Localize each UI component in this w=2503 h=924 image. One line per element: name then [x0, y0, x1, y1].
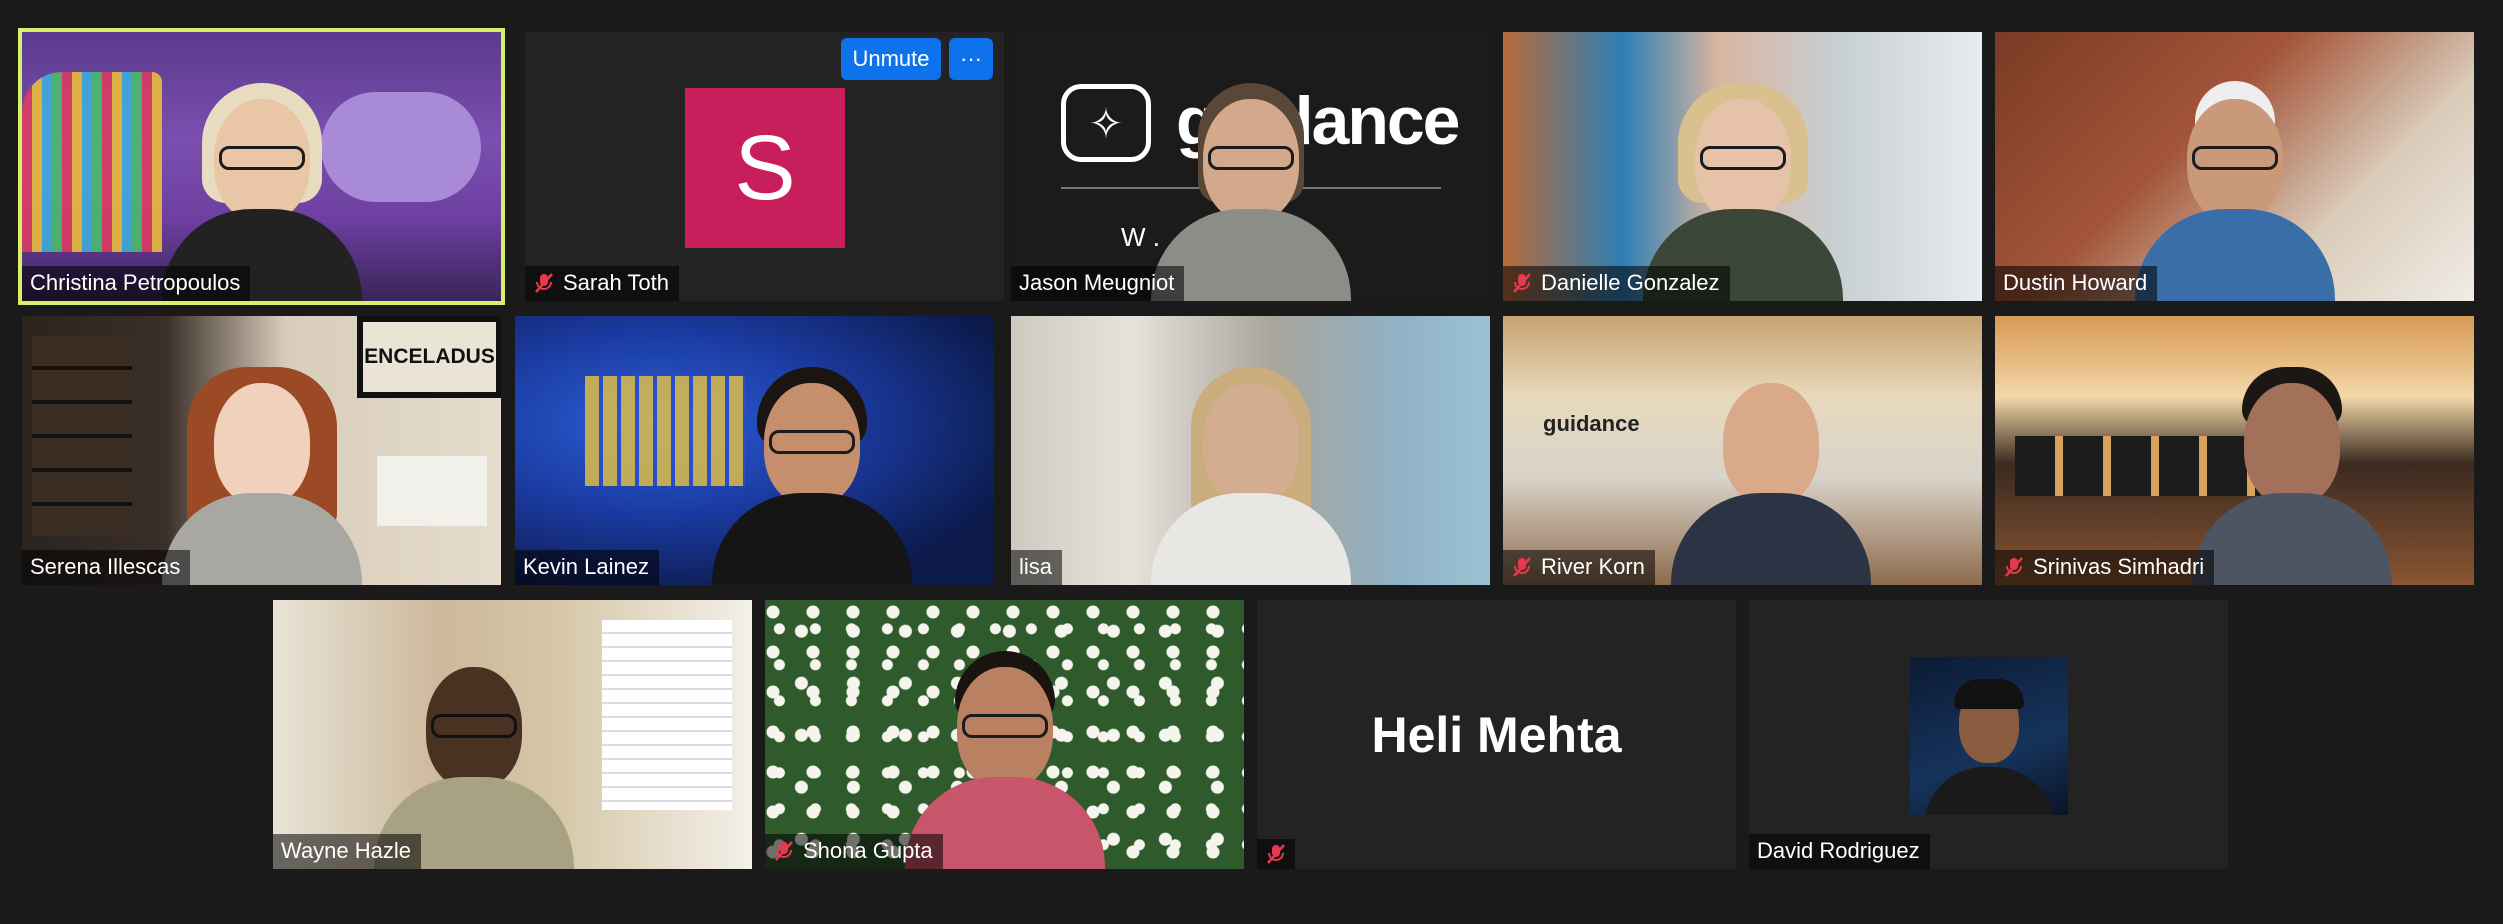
guidance-wall-logo: guidance [1543, 411, 1640, 436]
participant-figure [904, 629, 1105, 869]
participant-name-label: River Korn [1503, 550, 1655, 585]
participant-name-label: Dustin Howard [1995, 266, 2158, 301]
participant-name-label: Sarah Toth [525, 266, 680, 301]
participant-name-label: Jason Meugniot [1011, 266, 1185, 301]
participant-tile-dustin[interactable]: Dustin Howard [1995, 32, 2474, 301]
avatar: S [685, 88, 845, 248]
participant-figure [161, 61, 362, 301]
participant-display-name: Heli Mehta [1371, 706, 1622, 763]
participant-figure [161, 345, 362, 585]
participant-tile-serena[interactable]: ENCELADUS Serena Illescas [22, 316, 501, 585]
participant-figure [374, 629, 575, 869]
more-options-button[interactable]: ··· [949, 38, 993, 80]
participant-status-label [1257, 839, 1295, 869]
participant-name-label: Shona Gupta [765, 834, 943, 869]
participant-tile-shona[interactable]: Shona Gupta [765, 600, 1244, 869]
mic-muted-icon [1265, 843, 1287, 865]
profile-photo [1910, 657, 2068, 815]
participant-name-label: David Rodriguez [1749, 834, 1930, 869]
participant-figure [2134, 61, 2335, 301]
mic-muted-icon [2003, 556, 2025, 578]
mic-muted-icon [1511, 556, 1533, 578]
participant-tile-river[interactable]: guidance River Korn [1503, 316, 1982, 585]
unmute-button[interactable]: Unmute [841, 38, 941, 80]
participant-tile-wayne[interactable]: Wayne Hazle [273, 600, 752, 869]
mic-muted-icon [1511, 272, 1533, 294]
participant-tile-david[interactable]: David Rodriguez [1749, 600, 2228, 869]
participant-name-label: Danielle Gonzalez [1503, 266, 1730, 301]
participant-tile-lisa[interactable]: lisa [1011, 316, 1490, 585]
participant-figure [1642, 61, 1843, 301]
participant-figure [2191, 345, 2392, 585]
participant-name-label: Christina Petropoulos [22, 266, 251, 301]
participant-name-label: Kevin Lainez [515, 550, 659, 585]
participant-tile-christina[interactable]: Christina Petropoulos [18, 28, 505, 305]
participant-figure [1150, 345, 1351, 585]
mic-muted-icon [533, 272, 555, 294]
participant-tile-jason[interactable]: ✧ guidance W . Jason Meugniot [1011, 32, 1490, 301]
participant-name-label: Serena Illescas [22, 550, 191, 585]
participant-name-label: lisa [1011, 550, 1063, 585]
participant-tile-kevin[interactable]: Kevin Lainez [515, 316, 994, 585]
participant-name-label: Wayne Hazle [273, 834, 422, 869]
guidance-logo-icon: ✧ [1061, 84, 1151, 162]
participant-tile-heli[interactable]: Heli Mehta [1257, 600, 1736, 869]
participant-tile-srinivas[interactable]: Srinivas Simhadri [1995, 316, 2474, 585]
participant-figure [1150, 61, 1351, 301]
participant-tile-danielle[interactable]: Danielle Gonzalez [1503, 32, 1982, 301]
participant-tile-sarah[interactable]: S Unmute ··· Sarah Toth [525, 32, 1004, 301]
participant-name-label: Srinivas Simhadri [1995, 550, 2215, 585]
participant-figure [1671, 345, 1872, 585]
poster: ENCELADUS [357, 316, 501, 398]
participant-figure [711, 345, 912, 585]
mic-muted-icon [773, 840, 795, 862]
